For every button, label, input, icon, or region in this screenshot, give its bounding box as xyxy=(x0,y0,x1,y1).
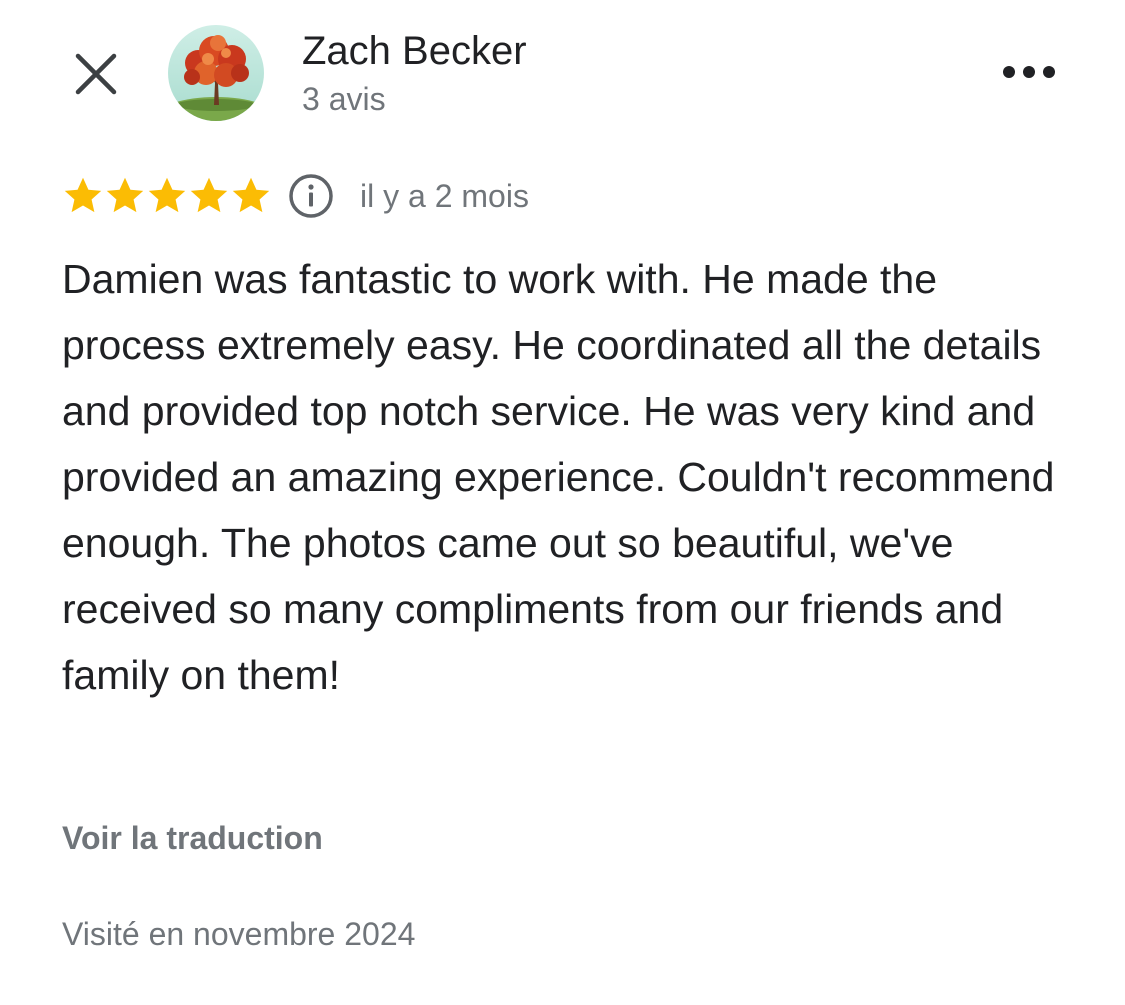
star-icon xyxy=(232,177,270,213)
more-horizontal-icon xyxy=(1003,66,1055,78)
star-icon xyxy=(148,177,186,213)
review-count[interactable]: 3 avis xyxy=(302,80,386,118)
author-name[interactable]: Zach Becker xyxy=(302,28,527,74)
review-text: Damien was fantastic to work with. He ma… xyxy=(62,256,1055,698)
tree-avatar-icon xyxy=(168,25,264,121)
visited-date: Visité en novembre 2024 xyxy=(62,916,416,952)
more-options-button[interactable] xyxy=(996,48,1062,96)
review-time: il y a 2 mois xyxy=(360,177,529,214)
star-rating xyxy=(62,175,272,217)
close-icon xyxy=(75,53,117,95)
star-icon xyxy=(64,177,102,213)
rating-row: il y a 2 mois xyxy=(62,172,529,220)
avatar[interactable] xyxy=(168,25,264,121)
close-button[interactable] xyxy=(66,44,126,104)
star-icon xyxy=(190,177,228,213)
info-button[interactable] xyxy=(288,173,334,219)
star-icon xyxy=(106,177,144,213)
info-icon xyxy=(289,174,333,218)
see-translation-link[interactable]: Voir la traduction xyxy=(62,818,323,858)
